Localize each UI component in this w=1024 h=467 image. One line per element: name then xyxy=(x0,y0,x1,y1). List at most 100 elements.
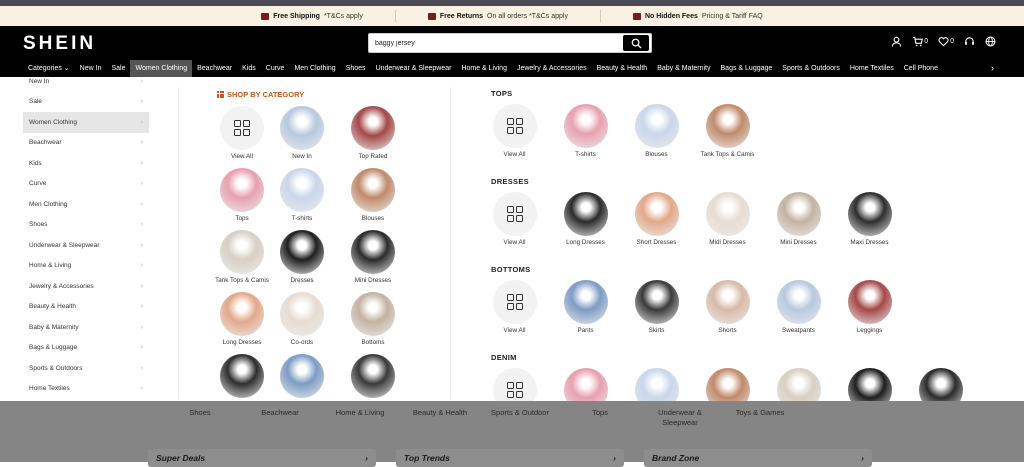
cart-button[interactable]: 0 xyxy=(912,36,928,47)
overlay-category-link: Toys & Games xyxy=(735,408,785,417)
category-tile[interactable] xyxy=(272,354,332,401)
support-button[interactable] xyxy=(964,36,975,47)
nav-item[interactable]: Women Clothing xyxy=(130,60,193,77)
category-tile[interactable]: View All xyxy=(492,192,537,246)
category-tile[interactable]: Maxi Dresses xyxy=(847,192,892,246)
category-tile[interactable]: Blouses xyxy=(634,104,679,158)
category-tile[interactable] xyxy=(343,354,403,401)
category-tile[interactable]: Dresses xyxy=(272,230,332,284)
promo-free-shipping[interactable]: Free Shipping *T&Cs apply xyxy=(229,10,396,22)
sidebar-item[interactable]: Shoes › xyxy=(23,215,149,236)
category-tile[interactable] xyxy=(492,368,537,401)
chevron-right-icon: › xyxy=(140,159,143,167)
sidebar-item[interactable]: Baby & Maternity › xyxy=(23,317,149,338)
category-tile[interactable]: Mini Dresses xyxy=(776,192,821,246)
product-thumbnail xyxy=(705,104,750,148)
product-thumbnail xyxy=(280,292,324,336)
promo-free-returns[interactable]: Free Returns On all orders *T&Cs apply xyxy=(396,10,601,22)
category-tile[interactable]: Tops xyxy=(212,168,272,222)
nav-next-arrow[interactable]: › xyxy=(991,60,994,77)
nav-item[interactable]: Beachwear xyxy=(192,60,237,77)
language-button[interactable] xyxy=(985,36,996,47)
nav-item[interactable]: Curve xyxy=(261,60,290,77)
category-tile[interactable] xyxy=(918,368,963,401)
category-tile[interactable]: Short Dresses xyxy=(634,192,679,246)
sidebar-item[interactable]: Women Clothing › xyxy=(23,112,149,133)
sidebar-item[interactable]: Beauty & Health › xyxy=(23,297,149,318)
category-tile-label: Skirts xyxy=(648,327,665,334)
sidebar-item[interactable]: Beachwear › xyxy=(23,133,149,154)
category-tile[interactable] xyxy=(563,368,608,401)
promo-no-hidden-fees[interactable]: No Hidden Fees Pricing & Tariff FAQ xyxy=(601,10,795,22)
sidebar-item[interactable]: Home & Living › xyxy=(23,256,149,277)
nav-item[interactable]: Sports & Outdoors xyxy=(777,60,845,77)
category-tile[interactable]: Bottoms xyxy=(343,292,403,346)
account-button[interactable] xyxy=(891,36,902,47)
category-tile[interactable] xyxy=(705,368,750,401)
sidebar-item-label: New In xyxy=(29,77,50,85)
category-tile[interactable]: T-shirts xyxy=(563,104,608,158)
nav-item[interactable]: Categories ⌄ xyxy=(23,60,75,77)
category-tile[interactable]: Sweatpants xyxy=(776,280,821,334)
search-button[interactable] xyxy=(623,35,649,51)
category-tile[interactable]: Long Dresses xyxy=(563,192,608,246)
sidebar-item[interactable]: Jewelry & Accessories › xyxy=(23,276,149,297)
category-tile[interactable]: T-shirts xyxy=(272,168,332,222)
overlay-category-link: Beauty & Health xyxy=(412,408,468,417)
nav-item[interactable]: Home & Living xyxy=(456,60,512,77)
product-thumbnail xyxy=(563,280,608,324)
globe-icon xyxy=(985,36,996,47)
category-tile[interactable]: View All xyxy=(492,104,537,158)
sidebar-item-label: Underwear & Sleepwear xyxy=(29,241,100,249)
category-tile[interactable]: Midi Dresses xyxy=(705,192,750,246)
nav-item[interactable]: Baby & Maternity xyxy=(652,60,715,77)
wishlist-button[interactable]: 0 xyxy=(938,36,954,47)
category-tile[interactable]: View All xyxy=(212,106,272,160)
category-tile[interactable]: Leggings xyxy=(847,280,892,334)
nav-item[interactable]: Sale xyxy=(106,60,130,77)
chevron-right-icon: › xyxy=(140,118,143,126)
category-tile[interactable] xyxy=(212,354,272,401)
sidebar-item[interactable]: Bags & Luggage › xyxy=(23,338,149,359)
category-tile[interactable]: Long Dresses xyxy=(212,292,272,346)
category-tile[interactable] xyxy=(847,368,892,401)
product-thumbnail xyxy=(563,192,608,236)
category-tile[interactable] xyxy=(776,368,821,401)
sidebar-item[interactable]: Men Clothing › xyxy=(23,194,149,215)
category-tile[interactable]: Tank Tops & Camis xyxy=(701,104,754,158)
category-tile[interactable]: View All xyxy=(492,280,537,334)
sidebar-item-label: Home & Living xyxy=(29,262,72,270)
category-tile[interactable]: Pants xyxy=(563,280,608,334)
nav-item[interactable]: Cell Phone xyxy=(899,60,943,77)
category-tile[interactable]: Blouses xyxy=(343,168,403,222)
sidebar-item[interactable]: Kids › xyxy=(23,153,149,174)
nav-item[interactable]: Shoes xyxy=(341,60,371,77)
category-tile[interactable]: Shorts xyxy=(705,280,750,334)
product-thumbnail xyxy=(776,192,821,236)
sidebar-item[interactable]: Sale › xyxy=(23,92,149,113)
nav-item[interactable]: Beauty & Health xyxy=(592,60,653,77)
nav-item[interactable]: Bags & Luggage xyxy=(716,60,778,77)
nav-item[interactable]: Underwear & Sleepwear xyxy=(371,60,457,77)
sidebar-item[interactable]: New In › xyxy=(23,77,149,92)
category-tile[interactable]: Mini Dresses xyxy=(343,230,403,284)
nav-item[interactable]: Jewelry & Accessories xyxy=(512,60,592,77)
sidebar-item[interactable]: Curve › xyxy=(23,174,149,195)
shein-logo[interactable]: SHEIN xyxy=(23,33,96,55)
nav-item[interactable]: New In xyxy=(75,60,107,77)
category-tile[interactable]: Co-ords xyxy=(272,292,332,346)
category-tile[interactable] xyxy=(634,368,679,401)
sidebar-item[interactable]: Home Textiles › xyxy=(23,379,149,400)
chevron-right-icon: › xyxy=(140,241,143,249)
nav-item[interactable]: Men Clothing xyxy=(289,60,340,77)
category-section: DRESSES View All Long Dresses Short Dresses… xyxy=(491,177,991,246)
category-tile[interactable]: Tank Tops & Camis xyxy=(212,230,272,284)
sidebar-item[interactable]: Sports & Outdoors › xyxy=(23,358,149,379)
search-input[interactable] xyxy=(375,37,615,50)
nav-item[interactable]: Home Textiles xyxy=(845,60,899,77)
sidebar-item[interactable]: Underwear & Sleepwear › xyxy=(23,235,149,256)
nav-item[interactable]: Kids xyxy=(237,60,261,77)
category-tile[interactable]: Skirts xyxy=(634,280,679,334)
category-tile[interactable]: Top Rated xyxy=(343,106,403,160)
category-tile[interactable]: New In xyxy=(272,106,332,160)
